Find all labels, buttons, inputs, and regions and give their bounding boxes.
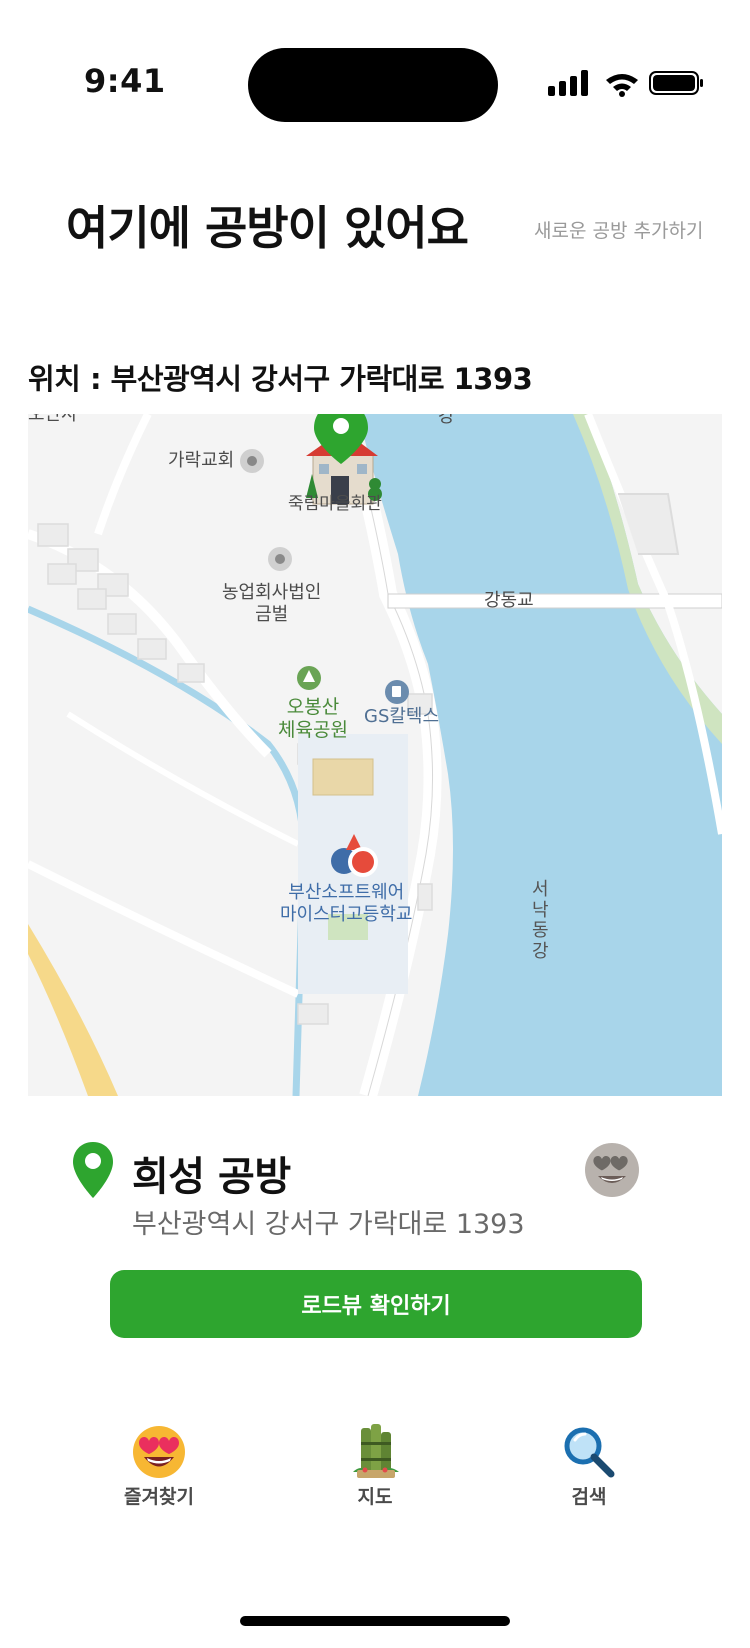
map-label-church: 가락교회 (168, 450, 235, 471)
map-label-school: 부산소프트웨어 마이스터고등학교 (280, 882, 412, 925)
map-label-river-1: 서 (532, 879, 549, 900)
map-label-agri-2: 금벌 (255, 603, 289, 625)
add-workshop-link[interactable]: 새로운 공방 추가하기 (534, 216, 703, 243)
status-time: 9:41 (84, 62, 166, 100)
status-icons (548, 68, 708, 98)
map-label-top-left: 오단사 (28, 414, 78, 425)
map-view[interactable]: 오단사 강 가락교회 죽림마을회관 농업회사법인 금벌 강동교 오봉산 체육공원… (28, 414, 722, 1096)
map-label-park: 오봉산 체육공원 (278, 696, 348, 742)
magnifier-icon (564, 1427, 615, 1478)
shop-name: 희성 공방 (132, 1154, 291, 1200)
map-label-school-1: 부산소프트웨어 (288, 882, 405, 903)
roadview-button[interactable]: 로드뷰 확인하기 (110, 1270, 642, 1338)
map-label-hall: 죽림마을회관 (288, 494, 382, 514)
map-label-river: 서 낙 동 강 (532, 879, 549, 963)
home-indicator (240, 1616, 510, 1626)
heart-eyes-icon (133, 1426, 185, 1478)
tab-map-label: 지도 (357, 1486, 393, 1508)
map-label-school-2: 마이스터고등학교 (280, 903, 413, 925)
map-label-agri: 농업회사법인 금벌 (222, 582, 321, 625)
map-label-river-2: 낙 (532, 899, 549, 921)
map-label-park-2: 체육공원 (278, 718, 348, 741)
signal-icon (548, 70, 703, 97)
favorite-toggle-icon[interactable] (584, 1142, 640, 1198)
tab-search[interactable]: 검색 (514, 1424, 664, 1520)
tab-favorites[interactable]: 즐겨찾기 (84, 1424, 234, 1520)
map-label-river-4: 강 (532, 941, 549, 963)
map-label-top-river: 강 (438, 414, 455, 427)
location-address: 위치 : 부산광역시 강서구 가락대로 1393 (28, 362, 533, 396)
tab-favorites-label: 즐겨찾기 (124, 1486, 194, 1508)
shop-address: 부산광역시 강서구 가락대로 1393 (132, 1209, 525, 1240)
map-label-park-1: 오봉산 (286, 696, 340, 718)
map-label-agri-1: 농업회사법인 (222, 582, 322, 603)
map-label-bridge: 강동교 (484, 590, 534, 611)
tab-search-label: 검색 (571, 1486, 607, 1508)
dynamic-island (248, 48, 498, 122)
map-canvas[interactable] (28, 414, 722, 1096)
bamboo-icon (353, 1424, 399, 1478)
tab-map[interactable]: 지도 (300, 1424, 450, 1520)
page-title: 여기에 공방이 있어요 (66, 201, 469, 255)
location-pin-icon (70, 1140, 116, 1200)
map-label-river-3: 동 (532, 920, 549, 942)
map-label-gas: GS칼텍스 (364, 706, 440, 727)
